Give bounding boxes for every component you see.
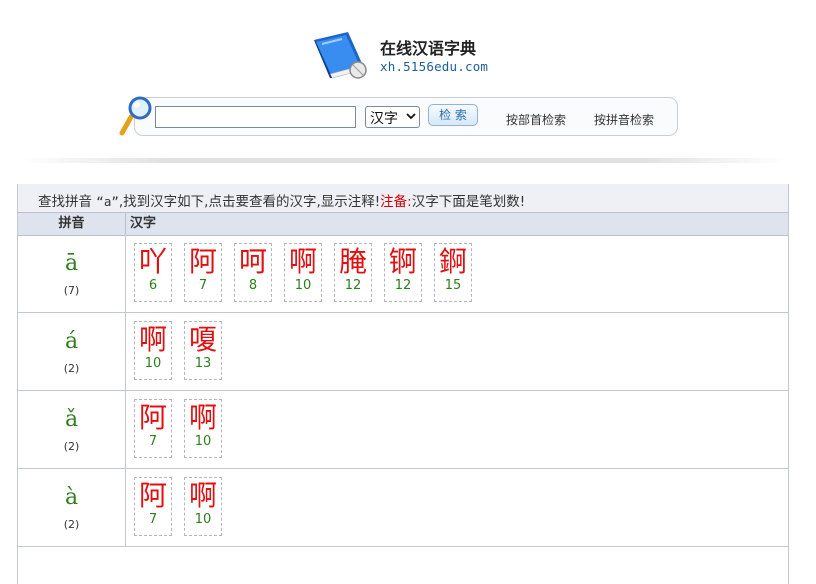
header-divider — [20, 158, 788, 163]
char-count: (2) — [63, 518, 80, 531]
stroke-count: 12 — [394, 278, 412, 293]
dictionary-book-icon — [314, 32, 367, 79]
pinyin-search-link[interactable]: 按拼音检索 — [594, 111, 654, 128]
stroke-count: 12 — [344, 278, 362, 293]
stroke-count: 8 — [248, 278, 258, 293]
pinyin-syllable: ǎ — [64, 407, 79, 432]
site-url: xh.5156edu.com — [380, 59, 489, 74]
notice-middle: ,找到汉字如下,点击要查看的汉字,显示注释! — [118, 194, 381, 210]
column-header-pinyin: 拼音 — [18, 213, 126, 235]
hanzi-character: 啊 — [138, 323, 167, 356]
pinyin-syllable: à — [64, 485, 79, 510]
char-count: (7) — [63, 284, 80, 297]
hanzi-character: 啊 — [188, 479, 217, 512]
hanzi-character: 阿 — [138, 401, 167, 434]
site-logo[interactable]: 在线汉语字典 xh.5156edu.com — [308, 30, 508, 82]
notice-label: 注备: — [380, 194, 412, 210]
hanzi-character: 啊 — [288, 245, 317, 278]
hanzi-link[interactable]: 阿7 — [134, 477, 172, 536]
hanzi-link[interactable]: 啊 10 — [284, 243, 322, 302]
pinyin-syllable: á — [64, 329, 79, 354]
notice-query: “a” — [96, 194, 119, 209]
result-notice: 查找拼音 “a”,找到汉字如下,点击要查看的汉字,显示注释!注备:汉字下面是笔划… — [18, 184, 788, 212]
table-row: à (2) 阿 7 啊 10 — [18, 469, 788, 547]
column-divider — [125, 235, 126, 312]
result-table: 查找拼音 “a”,找到汉字如下,点击要查看的汉字,显示注释!注备:汉字下面是笔划… — [17, 184, 789, 584]
hanzi-character: 阿 — [138, 479, 167, 512]
search-type-value: 汉字 — [370, 111, 398, 127]
stroke-count: 7 — [148, 512, 158, 527]
column-divider — [125, 391, 126, 468]
notice-suffix: 汉字下面是笔划数! — [411, 194, 526, 210]
stroke-count: 10 — [144, 356, 162, 371]
stroke-count: 13 — [194, 356, 212, 371]
column-divider — [125, 469, 126, 546]
char-count: (2) — [63, 440, 80, 453]
notice-prefix: 查找拼音 — [38, 194, 92, 210]
hanzi-link[interactable]: 錒 15 — [434, 243, 472, 302]
hanzi-link[interactable]: 阿7 — [134, 399, 172, 458]
stroke-count: 10 — [194, 434, 212, 449]
hanzi-character: 嗄 — [188, 323, 217, 356]
table-row: ǎ (2) 阿 7 啊 10 — [18, 391, 788, 469]
hanzi-link[interactable]: 嗄 13 — [184, 321, 222, 380]
hanzi-character: 呵 — [238, 245, 267, 278]
search-button[interactable]: 检 索 — [428, 104, 478, 126]
hanzi-link[interactable]: 啊 10 — [134, 321, 172, 380]
hanzi-character: 啊 — [188, 401, 217, 434]
hanzi-character: 吖 — [138, 245, 167, 278]
hanzi-link[interactable]: 啊 10 — [184, 477, 222, 536]
chevron-down-icon — [406, 113, 416, 120]
hanzi-character: 腌 — [338, 245, 367, 278]
hanzi-link[interactable]: 呵8 — [234, 243, 272, 302]
hanzi-link[interactable]: 啊 10 — [184, 399, 222, 458]
magnifier-icon — [119, 96, 152, 136]
hanzi-character: 阿 — [188, 245, 217, 278]
hanzi-link[interactable]: 腌 12 — [334, 243, 372, 302]
hanzi-character: 锕 — [388, 245, 417, 278]
table-row: ā (7) 吖 6 阿 7 呵 8 啊 10 腌 12 锕 12 錒 15 — [18, 235, 788, 313]
notice-text: 查找拼音 “a”,找到汉字如下,点击要查看的汉字,显示注释!注备:汉字下面是笔划… — [38, 190, 525, 210]
stroke-count: 10 — [194, 512, 212, 527]
stroke-count: 7 — [198, 278, 208, 293]
stroke-count: 10 — [294, 278, 312, 293]
radical-search-link[interactable]: 按部首检索 — [506, 111, 566, 128]
hanzi-link[interactable]: 阿7 — [184, 243, 222, 302]
stroke-count: 6 — [148, 278, 158, 293]
hanzi-link[interactable]: 锕 12 — [384, 243, 422, 302]
hanzi-character: 錒 — [438, 245, 467, 278]
char-count: (2) — [63, 362, 80, 375]
table-row: á (2) 啊 10 嗄 13 — [18, 313, 788, 391]
site-title: 在线汉语字典 — [380, 39, 477, 58]
table-header: 拼音 汉字 — [18, 212, 788, 236]
hanzi-link[interactable]: 吖6 — [134, 243, 172, 302]
search-input[interactable] — [155, 106, 356, 128]
stroke-count: 15 — [444, 278, 462, 293]
search-type-select[interactable]: 汉字 — [365, 106, 420, 128]
stroke-count: 7 — [148, 434, 158, 449]
column-divider — [125, 313, 126, 390]
column-header-hanzi: 汉字 — [130, 216, 157, 231]
pinyin-syllable: ā — [64, 251, 79, 276]
